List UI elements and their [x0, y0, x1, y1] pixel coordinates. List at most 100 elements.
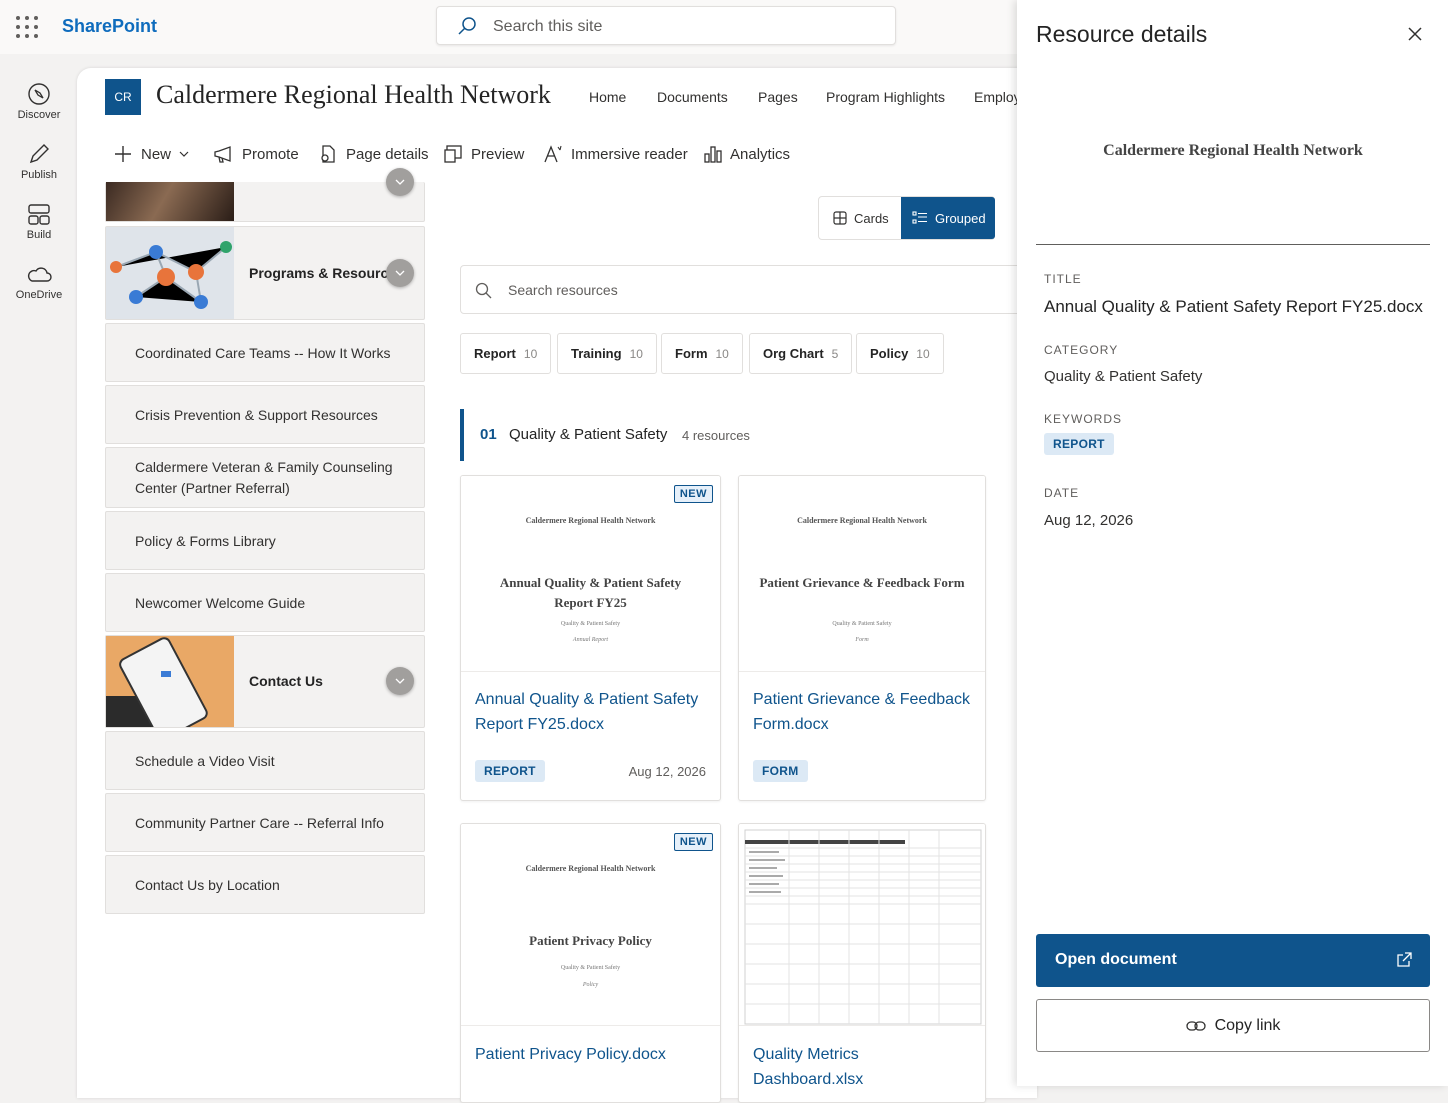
tile-video-visit[interactable]: Schedule a Video Visit — [105, 731, 425, 790]
cloud-icon — [27, 267, 52, 282]
preview-button[interactable]: Preview — [443, 144, 524, 164]
nav-program-highlights[interactable]: Program Highlights — [826, 89, 945, 105]
open-document-label: Open document — [1055, 951, 1177, 968]
rail-label: Publish — [20, 169, 58, 181]
tile-label: Newcomer Welcome Guide — [135, 595, 306, 611]
new-badge: NEW — [673, 833, 713, 851]
pencil-icon — [29, 144, 49, 164]
page-settings-icon — [321, 145, 335, 163]
tile-label: Contact Us — [249, 673, 323, 689]
chevron-down-icon[interactable] — [386, 667, 414, 695]
chip-label: Policy — [870, 346, 909, 361]
preview-category: Quality & Patient Safety — [560, 965, 621, 971]
copy-link-button[interactable]: Copy link — [1036, 999, 1430, 1052]
immersive-reader-button[interactable]: Immersive reader — [543, 144, 688, 164]
nav-pages[interactable]: Pages — [758, 89, 798, 105]
tile-contact-us[interactable]: Contact Us — [105, 635, 425, 728]
tile-newcomer-guide[interactable]: Newcomer Welcome Guide — [105, 573, 425, 632]
page-details-label: Page details — [346, 145, 429, 163]
resource-card[interactable]: Caldermere Regional Health Network Patie… — [738, 475, 986, 801]
nav-documents[interactable]: Documents — [657, 89, 728, 105]
preview-title: Annual Quality & Patient Safety Report F… — [499, 575, 682, 610]
rail-publish[interactable]: Publish — [0, 142, 78, 181]
filter-chip-org-chart[interactable]: Org Chart 5 — [749, 333, 853, 374]
category-tag: FORM — [753, 760, 808, 782]
group-count: 4 resources — [682, 428, 750, 443]
compass-icon — [28, 83, 50, 105]
resource-card[interactable]: Quality Metrics Dashboard.xlsx — [738, 823, 986, 1103]
keyword-tag: REPORT — [1044, 433, 1114, 455]
new-button[interactable]: New — [113, 144, 189, 164]
new-badge: NEW — [673, 485, 713, 503]
analytics-button[interactable]: Analytics — [704, 144, 790, 164]
tile-label: Coordinated Care Teams -- How It Works — [135, 345, 391, 361]
tile-coordinated-care[interactable]: Coordinated Care Teams -- How It Works — [105, 323, 425, 382]
tile-veteran-counseling[interactable]: Caldermere Veteran & Family Counseling C… — [105, 447, 425, 508]
analytics-icon — [704, 146, 722, 163]
nav-home[interactable]: Home — [589, 89, 626, 105]
view-toggle: Cards Grouped — [818, 196, 995, 240]
chip-count: 10 — [715, 346, 729, 361]
analytics-label: Analytics — [730, 145, 791, 163]
preview-kind: Annual Report — [572, 637, 609, 643]
title-label: TITLE — [1044, 272, 1082, 286]
group-header: 01 Quality & Patient Safety 4 resources — [460, 409, 760, 461]
nav-employ[interactable]: Employ — [974, 89, 1017, 105]
close-icon[interactable] — [1405, 24, 1425, 44]
app-launcher-icon[interactable] — [16, 16, 38, 38]
filter-chip-training[interactable]: Training 10 — [557, 333, 657, 374]
resource-name-link[interactable]: Quality Metrics Dashboard.xlsx — [753, 1042, 971, 1092]
chevron-down-icon[interactable] — [386, 168, 414, 196]
chip-count: 10 — [523, 346, 538, 361]
rail-discover[interactable]: Discover — [0, 82, 78, 121]
plus-icon — [115, 146, 131, 162]
app-name[interactable]: SharePoint — [62, 16, 157, 37]
view-cards-label: Cards — [854, 210, 889, 226]
tile-photo — [106, 227, 234, 319]
tile-label: Schedule a Video Visit — [135, 753, 275, 769]
tile-photo — [106, 636, 234, 727]
resource-card[interactable]: Caldermere Regional Health Network Annua… — [460, 475, 721, 801]
tile-partial[interactable] — [105, 168, 425, 222]
resource-search-input[interactable]: Search resources — [460, 265, 1030, 314]
immersive-reader-label: Immersive reader — [571, 145, 688, 163]
site-search-input[interactable]: Search this site — [436, 6, 896, 45]
filter-chip-policy[interactable]: Policy 10 — [856, 333, 944, 374]
tile-programs-resources[interactable]: Programs & Resources — [105, 226, 425, 320]
site-logo[interactable]: CR — [105, 79, 141, 115]
preview-org: Caldermere Regional Health Network — [797, 516, 927, 525]
preview-category: Quality & Patient Safety — [560, 621, 621, 627]
chip-label: Org Chart — [763, 346, 824, 361]
tile-community-partner[interactable]: Community Partner Care -- Referral Info — [105, 793, 425, 852]
rail-onedrive[interactable]: OneDrive — [0, 262, 78, 301]
chevron-down-icon — [179, 151, 189, 157]
link-icon — [1185, 1020, 1206, 1031]
page-details-button[interactable]: Page details — [318, 144, 429, 164]
group-number: 01 — [480, 426, 497, 443]
promote-button[interactable]: Promote — [213, 144, 299, 164]
preview-kind: Policy — [582, 982, 599, 988]
tile-label: Crisis Prevention & Support Resources — [135, 407, 378, 423]
filter-chip-form[interactable]: Form 10 — [661, 333, 743, 374]
new-label: New — [141, 145, 172, 163]
rail-build[interactable]: Build — [0, 202, 78, 241]
preview-label: Preview — [471, 145, 525, 163]
resource-card[interactable]: Caldermere Regional Health Network Patie… — [460, 823, 721, 1103]
site-title[interactable]: Caldermere Regional Health Network — [156, 80, 551, 110]
resource-name-link[interactable]: Annual Quality & Patient Safety Report F… — [475, 687, 706, 737]
view-grouped-button[interactable]: Grouped — [901, 197, 995, 239]
tile-contact-location[interactable]: Contact Us by Location — [105, 855, 425, 914]
date-label: DATE — [1044, 486, 1080, 500]
tile-policy-forms[interactable]: Policy & Forms Library — [105, 511, 425, 570]
keywords-label: KEYWORDS — [1044, 412, 1123, 426]
resource-name-link[interactable]: Patient Privacy Policy.docx — [475, 1042, 706, 1067]
document-preview: Caldermere Regional Health Network Patie… — [461, 824, 720, 1026]
tile-crisis-prevention[interactable]: Crisis Prevention & Support Resources — [105, 385, 425, 444]
chip-label: Report — [474, 346, 516, 361]
filter-chip-report[interactable]: Report 10 — [460, 333, 552, 374]
chevron-down-icon[interactable] — [386, 259, 414, 287]
view-cards-button[interactable]: Cards — [833, 197, 889, 239]
open-document-button[interactable]: Open document — [1036, 934, 1430, 987]
resource-name-link[interactable]: Patient Grievance & Feedback Form.docx — [753, 687, 971, 737]
document-preview: Caldermere Regional Health Network Patie… — [739, 476, 985, 672]
